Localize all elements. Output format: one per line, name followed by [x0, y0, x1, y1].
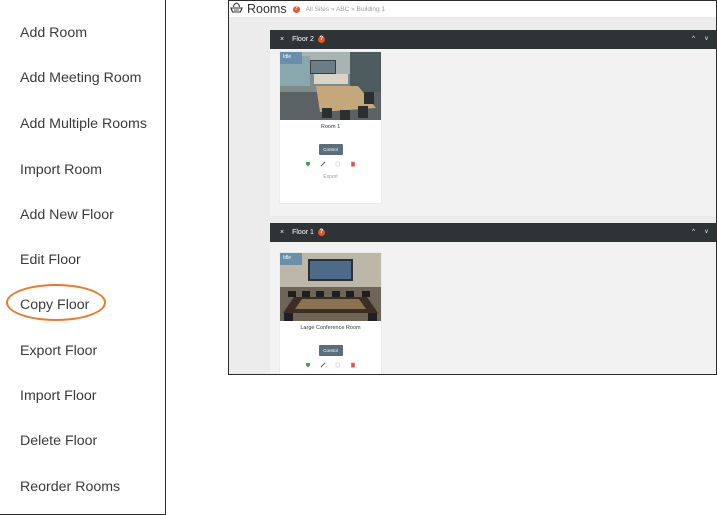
context-menu: Add Room Add Meeting Room Add Multiple R…	[0, 0, 166, 515]
status-badge: Idle	[280, 253, 302, 265]
menu-item-import-floor[interactable]: Import Floor	[20, 388, 96, 404]
room-card[interactable]: Idle Room 1 Control Export	[280, 52, 381, 203]
help-icon[interactable]: ?	[292, 5, 300, 13]
collapse-floor-icon[interactable]: ×	[280, 36, 284, 43]
room-actions	[280, 161, 381, 169]
menu-item-add-new-floor[interactable]: Add New Floor	[20, 207, 114, 223]
room-card[interactable]: Idle Large Conference Room Control	[280, 253, 381, 374]
floor-header: × Floor 2 ? ^ v ⋮	[270, 30, 716, 49]
rooms-icon	[230, 1, 243, 18]
menu-item-add-room[interactable]: Add Room	[20, 25, 87, 41]
floor-name: Floor 1	[292, 229, 314, 236]
delete-icon[interactable]	[350, 161, 356, 169]
rooms-app-screenshot: Rooms ? All Sites » ABC » Building 1 × F…	[228, 0, 717, 375]
room-actions	[280, 362, 381, 370]
help-icon[interactable]: ?	[317, 229, 325, 236]
menu-item-edit-floor[interactable]: Edit Floor	[20, 252, 81, 268]
floor-controls: ^ v ⋮	[692, 36, 716, 43]
delete-icon[interactable]	[350, 362, 356, 370]
floor-header: × Floor 1 ? ^ v ⋮	[270, 223, 716, 242]
floor-name: Floor 2	[292, 36, 314, 43]
menu-item-reorder-rooms[interactable]: Reorder Rooms	[20, 479, 120, 495]
room-photo: Idle	[280, 253, 381, 321]
help-icon[interactable]: ?	[317, 36, 325, 43]
copy-icon[interactable]	[335, 161, 341, 169]
chevron-up-icon[interactable]: ^	[692, 229, 695, 236]
control-button[interactable]: Control	[318, 345, 343, 356]
menu-item-copy-floor[interactable]: Copy Floor	[20, 297, 89, 313]
floor-controls: ^ v ⋮	[692, 229, 716, 236]
control-button[interactable]: Control	[318, 144, 343, 155]
edit-icon[interactable]	[320, 161, 326, 169]
room-photo: Idle	[280, 52, 381, 120]
menu-item-delete-floor[interactable]: Delete Floor	[20, 433, 97, 449]
breadcrumb[interactable]: All Sites » ABC » Building 1	[306, 6, 386, 13]
collapse-floor-icon[interactable]: ×	[280, 229, 284, 236]
menu-item-import-room[interactable]: Import Room	[20, 162, 102, 178]
copy-icon[interactable]	[335, 362, 341, 370]
menu-item-export-floor[interactable]: Export Floor	[20, 343, 97, 359]
chevron-down-icon[interactable]: v	[705, 36, 708, 43]
app-header: Rooms ? All Sites » ABC » Building 1	[229, 1, 716, 17]
status-badge: Idle	[280, 52, 302, 64]
export-link[interactable]: Export	[280, 174, 381, 180]
chevron-down-icon[interactable]: v	[705, 229, 708, 236]
online-status-icon[interactable]	[305, 161, 311, 169]
floor-section: × Floor 2 ? ^ v ⋮	[270, 30, 716, 216]
menu-item-add-meeting-room[interactable]: Add Meeting Room	[20, 70, 141, 86]
floor-section: × Floor 1 ? ^ v ⋮	[270, 223, 716, 374]
page-title: Rooms	[247, 2, 287, 16]
online-status-icon[interactable]	[305, 362, 311, 370]
chevron-up-icon[interactable]: ^	[692, 36, 695, 43]
menu-item-add-multiple-rooms[interactable]: Add Multiple Rooms	[20, 116, 147, 132]
edit-icon[interactable]	[320, 362, 326, 370]
